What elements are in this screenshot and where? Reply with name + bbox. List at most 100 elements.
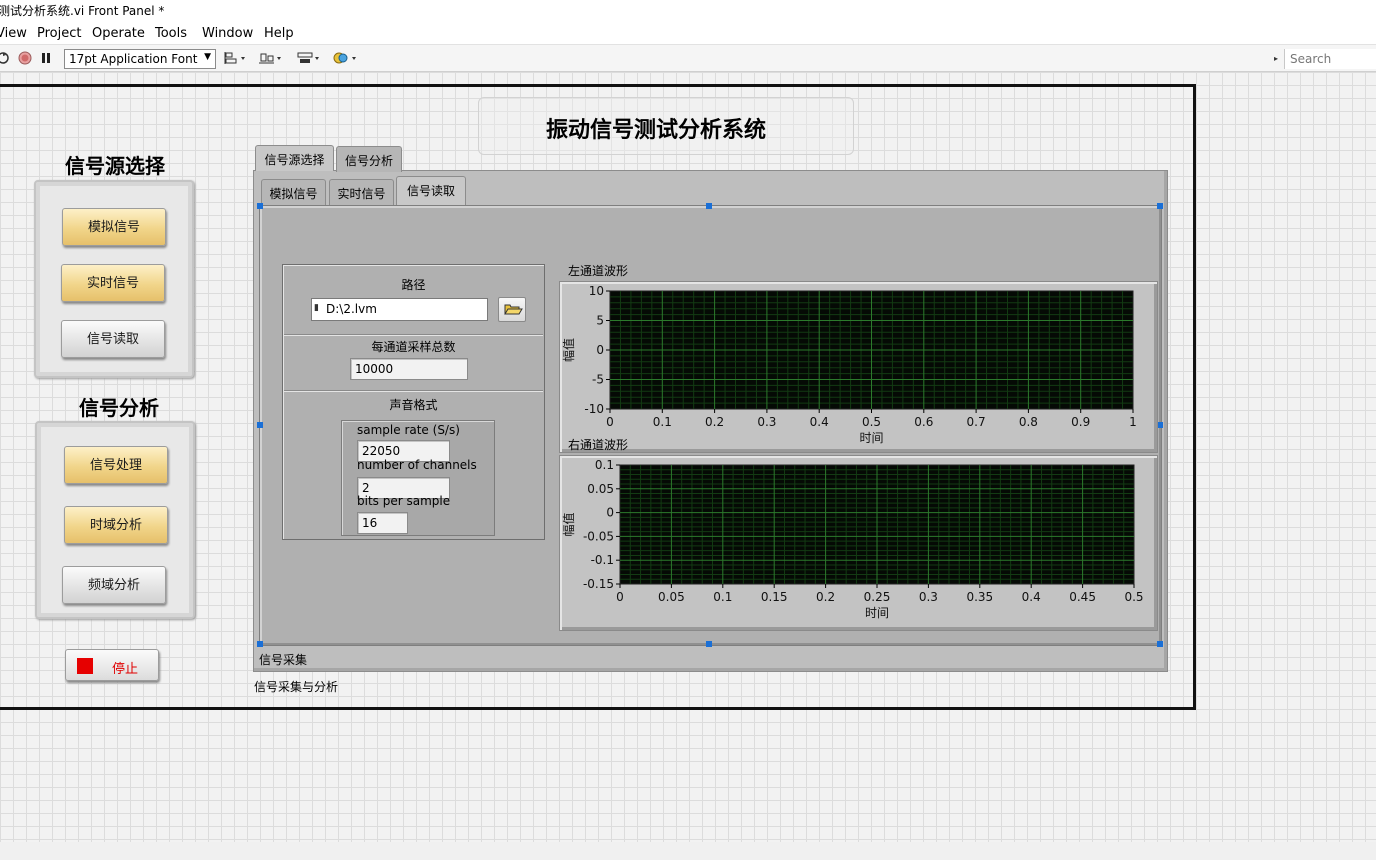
x-tick-label: 1 <box>1129 415 1137 429</box>
x-tick-label: 0.4 <box>1022 590 1041 604</box>
window-title: 测试分析系统.vi Front Panel * <box>0 4 165 18</box>
y-tick-label: -0.1 <box>591 553 614 567</box>
selection-handle[interactable] <box>1157 641 1163 647</box>
browse-button[interactable] <box>498 297 526 322</box>
stop-icon <box>77 658 93 674</box>
menu-bar: View Project Operate Tools Window Help <box>0 24 1376 44</box>
pause-icon[interactable] <box>39 51 53 65</box>
menu-operate[interactable]: Operate <box>92 26 145 41</box>
reorder-icon[interactable] <box>333 51 359 65</box>
search-expand-icon[interactable]: ▸ <box>1274 54 1278 63</box>
samples-field[interactable]: 10000 <box>350 358 468 380</box>
folder-open-icon <box>504 304 523 315</box>
outer-panel-caption: 信号采集与分析 <box>254 680 339 694</box>
menu-tools[interactable]: Tools <box>155 26 187 41</box>
analysis-section-label: 信号分析 <box>79 396 159 420</box>
inner-panel-caption: 信号采集 <box>259 653 308 667</box>
menu-view[interactable]: View <box>0 26 27 41</box>
x-axis-label: 时间 <box>865 606 889 620</box>
selection-handle[interactable] <box>1157 203 1163 209</box>
toolbar: 17pt Application Font ▼ ▸ Search <box>0 44 1376 72</box>
search-input[interactable]: Search <box>1284 49 1376 69</box>
run-continuously-icon[interactable] <box>0 51 10 65</box>
x-tick-label: 0.2 <box>705 415 724 429</box>
realtime-signal-button[interactable]: 实时信号 <box>61 264 165 302</box>
tab-realtime[interactable]: 实时信号 <box>329 179 394 205</box>
selection-handle[interactable] <box>706 641 712 647</box>
chevron-down-icon: ▼ <box>204 52 211 62</box>
read-signal-button[interactable]: 信号读取 <box>61 320 165 358</box>
x-axis-label: 时间 <box>859 431 883 445</box>
selection-handle[interactable] <box>257 203 263 209</box>
right-channel-graph-title: 右通道波形 <box>568 438 629 452</box>
x-tick-label: 0.1 <box>653 415 672 429</box>
samples-label: 每通道采样总数 <box>371 340 456 354</box>
x-tick-label: 0.15 <box>761 590 788 604</box>
window-titlebar: 测试分析系统.vi Front Panel * <box>0 0 1376 24</box>
right-channel-waveform-graph[interactable]: 0 0.05 0.1 0.15 0.2 0.25 0.3 0.35 0.4 0.45 0.5 0.1 0… <box>559 455 1158 631</box>
y-tick-label: 10 <box>589 284 604 298</box>
x-tick-label: 0.35 <box>966 590 993 604</box>
distribute-objects-icon[interactable] <box>258 51 284 65</box>
bits-field[interactable]: 16 <box>357 512 408 534</box>
tab-signal-analysis[interactable]: 信号分析 <box>336 146 402 172</box>
x-tick-label: 0.8 <box>1019 415 1038 429</box>
font-select[interactable]: 17pt Application Font ▼ <box>64 49 216 69</box>
x-tick-label: 0 <box>606 415 614 429</box>
left-channel-graph-title: 左通道波形 <box>568 264 629 278</box>
x-tick-label: 0.2 <box>816 590 835 604</box>
x-tick-label: 0.3 <box>919 590 938 604</box>
x-tick-label: 0.6 <box>914 415 933 429</box>
simulated-signal-button[interactable]: 模拟信号 <box>62 208 166 246</box>
selection-handle[interactable] <box>257 641 263 647</box>
selection-handle[interactable] <box>257 422 263 428</box>
y-tick-label: -10 <box>584 402 604 416</box>
abort-icon[interactable] <box>18 51 32 65</box>
y-tick-label: 0.05 <box>587 482 614 496</box>
page-title: 振动信号测试分析系统 <box>545 118 766 143</box>
menu-window[interactable]: Window <box>202 26 253 41</box>
y-tick-label: -0.15 <box>583 577 614 591</box>
x-tick-label: 0.4 <box>810 415 829 429</box>
path-browse-dropdown-icon: ▮ <box>314 303 319 313</box>
path-label: 路径 <box>401 278 426 292</box>
path-input[interactable]: ▮ D:\2.lvm <box>311 298 488 321</box>
tab-signal-source[interactable]: 信号源选择 <box>255 145 334 171</box>
source-section-label: 信号源选择 <box>65 154 165 178</box>
channels-label: number of channels <box>357 458 477 472</box>
cluster-divider <box>284 334 543 336</box>
x-tick-label: 0.5 <box>1124 590 1143 604</box>
menu-project[interactable]: Project <box>37 26 81 41</box>
time-domain-button[interactable]: 时域分析 <box>64 506 168 544</box>
sample-rate-label: sample rate (S/s) <box>357 423 460 437</box>
signal-processing-button[interactable]: 信号处理 <box>64 446 168 484</box>
x-tick-label: 0.3 <box>757 415 776 429</box>
x-tick-label: 0.5 <box>862 415 881 429</box>
stop-button[interactable]: 停止 <box>65 649 159 681</box>
sound-format-label: 声音格式 <box>389 398 438 412</box>
x-tick-label: 0.05 <box>658 590 685 604</box>
y-tick-label: -5 <box>592 373 604 387</box>
y-axis-label: 幅值 <box>561 512 576 536</box>
y-axis-label: 幅值 <box>561 338 576 362</box>
tab-simulated[interactable]: 模拟信号 <box>261 179 326 205</box>
x-tick-label: 0.7 <box>967 415 986 429</box>
x-tick-label: 0.25 <box>864 590 891 604</box>
x-tick-label: 0 <box>616 590 624 604</box>
y-tick-label: 0 <box>596 343 604 357</box>
x-tick-label: 0.9 <box>1071 415 1090 429</box>
tab-read[interactable]: 信号读取 <box>396 176 466 206</box>
align-objects-icon[interactable] <box>224 51 248 65</box>
y-tick-label: -0.05 <box>583 529 614 543</box>
menu-help[interactable]: Help <box>264 26 294 41</box>
x-tick-label: 0.1 <box>713 590 732 604</box>
left-channel-waveform-graph[interactable]: 0 0.1 0.2 0.3 0.4 0.5 0.6 0.7 0.8 0.9 1 10 5 0 -5 -10 时间… <box>559 281 1158 453</box>
selection-handle[interactable] <box>706 203 712 209</box>
resize-objects-icon[interactable] <box>296 51 322 65</box>
y-tick-label: 5 <box>596 314 604 328</box>
y-tick-label: 0.1 <box>595 458 614 472</box>
bits-label: bits per sample <box>357 494 451 508</box>
cluster-divider <box>284 390 543 392</box>
frequency-domain-button[interactable]: 频域分析 <box>62 566 166 604</box>
y-tick-label: 0 <box>606 506 614 520</box>
